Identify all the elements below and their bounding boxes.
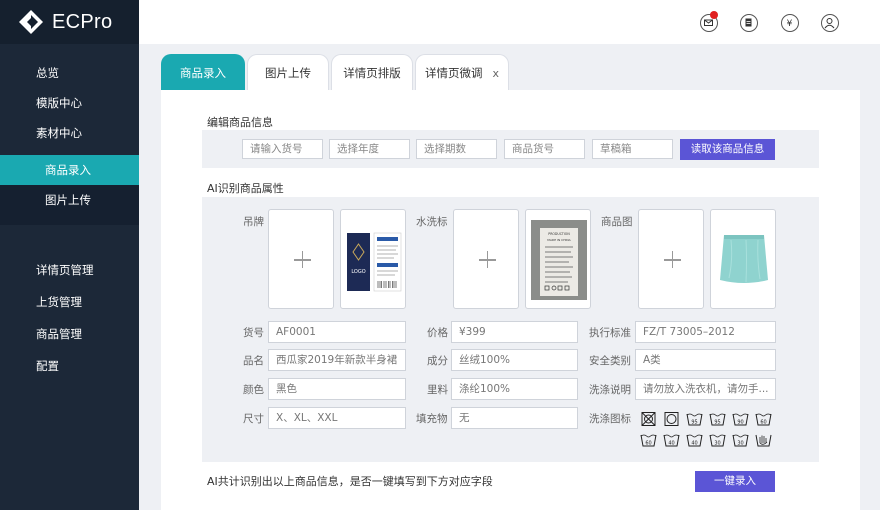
tumble-dry-icon (663, 412, 680, 426)
year-select[interactable]: 选择年度 (329, 139, 410, 159)
standard-field[interactable]: FZ/T 73005–2012 (635, 321, 776, 343)
field-label-composition: 成分 (427, 355, 448, 367)
wash-instructions-field[interactable]: 请勿放入洗衣机，请勿手... (635, 378, 776, 400)
ai-summary-message: AI共计识别出以上商品信息，是否一键填写到下方对应字段 (207, 475, 493, 488)
wash-title-text: PRODUCTION (548, 232, 570, 236)
sidebar-item-overview[interactable]: 总览 (0, 58, 139, 88)
care-label: 95 (691, 420, 697, 426)
field-label-price: 价格 (427, 327, 448, 339)
care-label: 30 (737, 441, 743, 447)
composition-field[interactable]: 丝绒100% (451, 349, 578, 371)
no-bleach-icon (640, 412, 657, 426)
nav-bottom-group: 详情页管理 上货管理 商品管理 配置 (0, 255, 139, 383)
field-label-sku: 货号 (243, 327, 264, 339)
care-label: 40 (668, 441, 674, 447)
sku-input[interactable]: 请输入货号 (242, 139, 323, 159)
hang-tag-image[interactable]: LOGO (340, 209, 406, 309)
drafts-select[interactable]: 草稿箱 (592, 139, 673, 159)
field-label-safety: 安全类别 (589, 355, 631, 367)
sidebar-item-listing[interactable]: 上货管理 (0, 287, 139, 319)
field-label-size: 尺寸 (243, 413, 264, 425)
field-label-lining: 里料 (427, 384, 448, 396)
hang-tag-label: 吊牌 (243, 216, 264, 228)
document-icon[interactable] (740, 14, 758, 32)
sidebar-item-products[interactable]: 商品管理 (0, 319, 139, 351)
care-label: 90 (737, 420, 743, 426)
hand-wash-icon (755, 433, 772, 447)
care-label: 95 (714, 420, 720, 426)
product-skirt-image[interactable] (710, 209, 776, 309)
wash-60-icon: 60 (755, 412, 772, 426)
sidebar-item-detail-pages[interactable]: 详情页管理 (0, 255, 139, 287)
sidebar-submenu: 商品录入 图片上传 (0, 155, 139, 225)
price-field[interactable]: ¥399 (451, 321, 578, 343)
app-name: ECPro (52, 10, 113, 33)
plus-icon-v (301, 251, 303, 268)
wash-label-upload[interactable] (453, 209, 519, 309)
tab-detail-layout[interactable]: 详情页排版 (331, 54, 413, 90)
period-select[interactable]: 选择期数 (416, 139, 497, 159)
notification-badge (710, 11, 718, 19)
color-field[interactable]: 黑色 (268, 378, 406, 400)
field-label-filling: 填充物 (416, 413, 448, 425)
care-label: 30 (714, 441, 720, 447)
wash-95-icon: 95 (709, 412, 726, 426)
tab-detail-tuning[interactable]: 详情页微调 x (415, 54, 509, 90)
wash-40-icon: 40 (686, 433, 703, 447)
wash-90-icon: 90 (732, 412, 749, 426)
wash-60-icon: 60 (640, 433, 657, 447)
field-label-name: 品名 (243, 355, 264, 367)
product-image-label: 商品图 (601, 216, 633, 228)
sku-field[interactable]: AF0001 (268, 321, 406, 343)
app-root: ECPro 总览 模版中心 素材中心 商品录入 图片上传 详情页管理 上货管理 … (0, 0, 880, 510)
nav-top-group: 总览 模版中心 素材中心 (0, 58, 139, 148)
sidebar: ECPro 总览 模版中心 素材中心 商品录入 图片上传 详情页管理 上货管理 … (0, 0, 139, 510)
wash-label-image[interactable]: PRODUCTION MADE IN CHINA (525, 209, 591, 309)
wash-95-icon: 95 (686, 412, 703, 426)
close-icon[interactable]: x (492, 67, 499, 80)
svg-text:¥: ¥ (787, 19, 793, 29)
care-label: 60 (760, 420, 766, 426)
lining-field[interactable]: 涤纶100% (451, 378, 578, 400)
field-label-standard: 执行标准 (589, 327, 631, 339)
yen-icon[interactable]: ¥ (781, 14, 799, 32)
wash-30-icon: 30 (709, 433, 726, 447)
sidebar-item-image-upload[interactable]: 图片上传 (0, 185, 139, 215)
safety-category-field[interactable]: A类 (635, 349, 776, 371)
size-field[interactable]: X、XL、XXL (268, 407, 406, 429)
care-label: 40 (691, 441, 697, 447)
product-name-field[interactable]: 西瓜家2019年新款半身裙 (268, 349, 406, 371)
edit-section-title: 编辑商品信息 (207, 116, 273, 129)
top-header: ¥ (139, 0, 880, 44)
field-label-wash-instructions: 洗涤说明 (589, 384, 631, 396)
plus-icon-v (671, 251, 673, 268)
sidebar-item-product-entry[interactable]: 商品录入 (0, 155, 139, 185)
logo[interactable]: ECPro (0, 0, 139, 44)
tag-logo-text: LOGO (351, 269, 365, 275)
read-product-button[interactable]: 读取该商品信息 (680, 139, 775, 160)
hang-tag-upload[interactable] (268, 209, 334, 309)
wash-made-text: MADE IN CHINA (547, 238, 571, 242)
one-click-fill-button[interactable]: 一键录入 (695, 471, 775, 492)
field-label-care-icons: 洗涤图标 (589, 413, 631, 425)
user-icon[interactable] (821, 14, 839, 32)
logo-icon (18, 9, 44, 35)
sidebar-item-settings[interactable]: 配置 (0, 351, 139, 383)
wash-label-label: 水洗标 (416, 216, 448, 228)
product-sku-input[interactable]: 商品货号 (504, 139, 585, 159)
ai-section-title: AI识别商品属性 (207, 182, 284, 195)
product-image-upload[interactable] (638, 209, 704, 309)
care-label: 60 (645, 441, 651, 447)
wash-30-icon: 30 (732, 433, 749, 447)
sidebar-item-templates[interactable]: 模版中心 (0, 88, 139, 118)
plus-icon-v (486, 251, 488, 268)
sidebar-item-materials[interactable]: 素材中心 (0, 118, 139, 148)
wash-40-icon: 40 (663, 433, 680, 447)
tab-product-entry[interactable]: 商品录入 (161, 54, 245, 90)
tab-detail-tuning-label: 详情页微调 (424, 66, 483, 80)
field-label-color: 颜色 (243, 384, 264, 396)
filling-field[interactable]: 无 (451, 407, 578, 429)
tab-image-upload[interactable]: 图片上传 (247, 54, 329, 90)
